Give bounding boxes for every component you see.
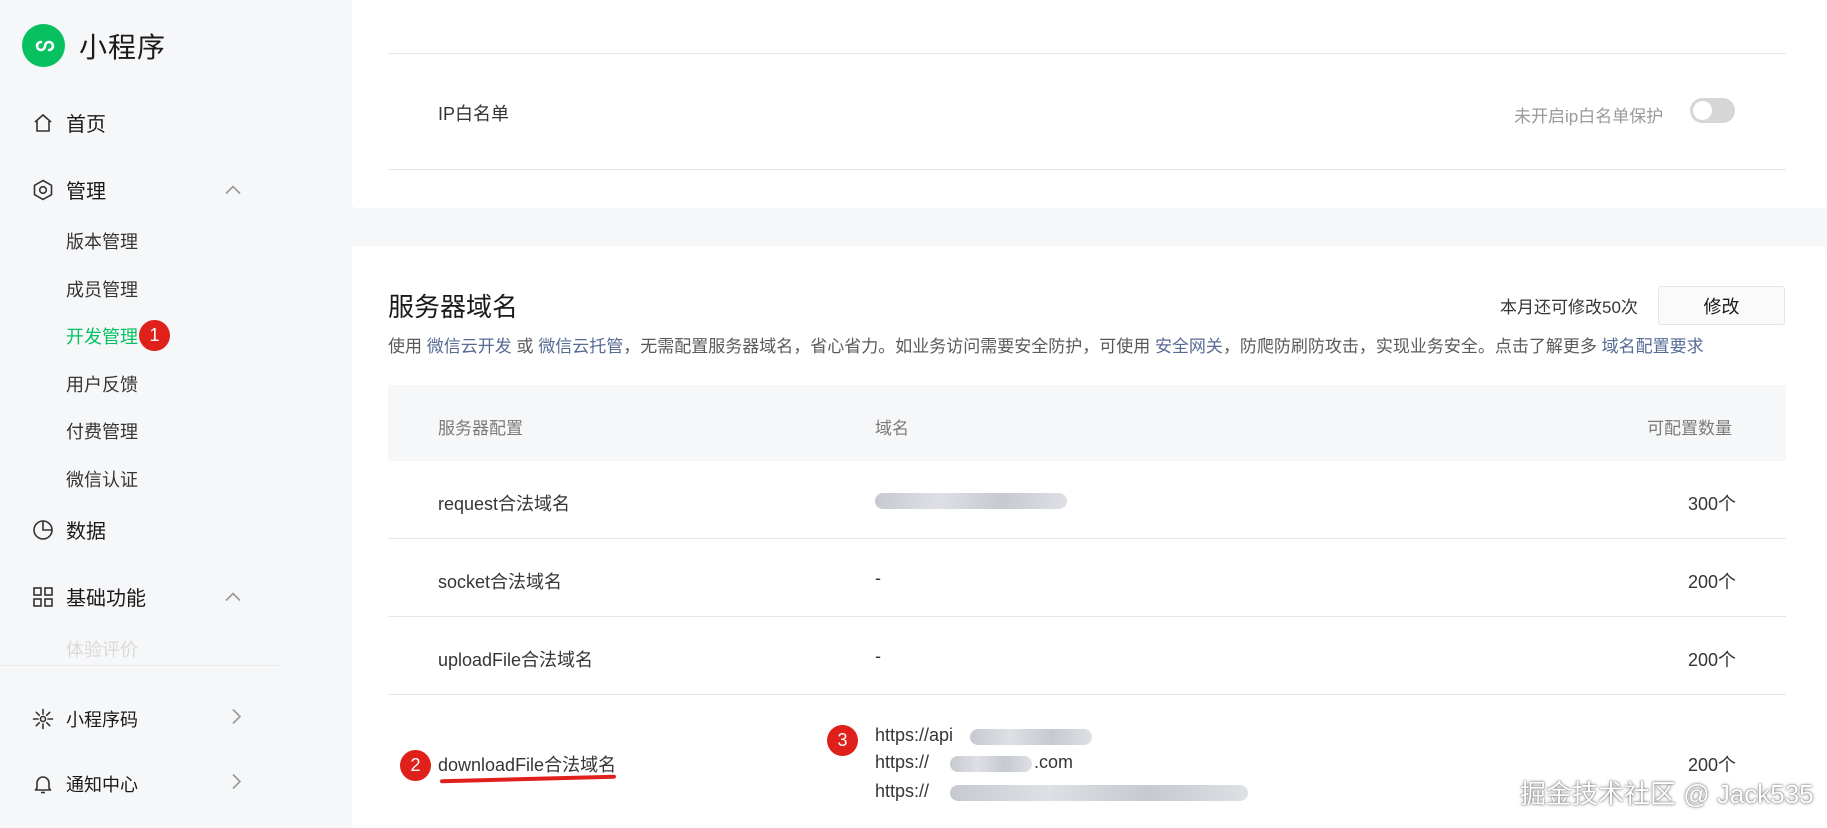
row-socket-name: socket合法域名 [438,572,563,592]
row-upload-count: 200个 [1687,650,1736,670]
annotation-badge-2: 2 [400,750,431,781]
nav-data[interactable]: 数据 [32,515,242,544]
chevron-up-icon [224,178,242,201]
nav-home-label: 首页 [66,114,106,136]
blurred-domain [875,493,1067,509]
ip-whitelist-status: 未开启ip白名单保护 [1514,107,1664,126]
annotation-badge-3: 3 [827,725,858,756]
header-count: 可配置数量 [1647,419,1732,438]
wechat-cloud-dev-link[interactable]: 微信云开发 [427,337,512,356]
row-socket-domain: - [875,568,881,588]
sidebar: 小程序 首页 管理 版本管理 成员管理 开发管理 1 用户反馈 付费管理 微信认… [0,0,350,828]
desc-text: 或 [516,337,534,356]
wechat-cloud-hosting-link[interactable]: 微信云托管 [538,337,623,356]
home-icon [32,112,54,134]
app-title: 小程序 [79,31,167,63]
ip-whitelist-toggle[interactable] [1690,98,1735,123]
nav-manage[interactable]: 管理 [32,175,242,204]
modify-quota-text: 本月还可修改50次 [1500,298,1638,317]
chevron-right-icon [230,773,242,796]
table-header [388,385,1786,461]
annotation-badge-1: 1 [139,320,170,351]
row-download-name: downloadFile合法域名 [438,755,617,775]
chevron-up-icon [224,585,242,608]
blurred-domain [950,756,1032,772]
nav-basic-features-label: 基础功能 [66,588,146,610]
download-domain-line-2-suffix: .com [1034,752,1074,772]
row-divider [388,538,1786,539]
row-divider [388,616,1786,617]
watermark: 掘金技术社区 @ Jack535 [1520,779,1814,809]
nav-manage-label: 管理 [66,181,106,203]
toggle-knob [1693,101,1712,120]
desc-text: 使用 [388,337,422,356]
app-logo[interactable]: 小程序 [22,24,166,67]
row-request-count: 300个 [1687,494,1736,514]
row-socket-count: 200个 [1687,572,1736,592]
nav-user-feedback[interactable]: 用户反馈 [66,371,138,397]
download-domain-line-3: https:// [875,781,930,801]
nav-wechat-verify[interactable]: 微信认证 [66,466,138,492]
download-domain-line-1: https://api [875,725,954,745]
bell-icon [32,773,54,795]
nav-payment-manage[interactable]: 付费管理 [66,418,138,444]
nav-notification-center[interactable]: 通知中心 [32,771,242,797]
row-divider [388,169,1786,170]
grid-apps-icon [32,586,54,608]
nav-member-manage[interactable]: 成员管理 [66,276,138,302]
row-divider [388,53,1786,54]
ip-whitelist-label: IP白名单 [438,104,510,124]
nav-qrcode-label: 小程序码 [66,710,138,730]
nav-notification-label: 通知中心 [66,775,138,795]
row-upload-domain: - [875,646,881,666]
pie-chart-icon [32,519,54,541]
nav-version-manage[interactable]: 版本管理 [66,228,138,254]
domain-requirements-link[interactable]: 域名配置要求 [1602,337,1704,356]
nav-basic-features[interactable]: 基础功能 [32,582,242,611]
chevron-right-icon [230,708,242,731]
blurred-domain [970,729,1092,745]
settings-hexagon-icon [32,179,54,201]
nav-home[interactable]: 首页 [32,108,242,137]
header-server-config: 服务器配置 [438,419,523,438]
server-domain-title: 服务器域名 [388,292,519,322]
nav-dev-manage[interactable]: 开发管理 [66,323,138,349]
miniprogram-code-icon [32,708,54,730]
miniprogram-logo-icon [22,24,65,67]
nav-qrcode[interactable]: 小程序码 [32,706,242,732]
row-request-name: request合法域名 [438,494,571,514]
security-gateway-link[interactable]: 安全网关 [1155,337,1223,356]
download-domain-line-2: https:// [875,752,930,772]
sidebar-divider [0,665,280,666]
server-domain-description: 使用 微信云开发 或 微信云托管，无需配置服务器域名，省心省力。如业务访问需要安… [388,332,1704,357]
desc-text: ，防爬防刷防攻击，实现业务安全。点击了解更多 [1222,337,1597,356]
row-upload-name: uploadFile合法域名 [438,650,594,670]
blurred-domain [950,785,1248,801]
header-domain: 域名 [875,419,909,438]
nav-data-label: 数据 [66,521,106,543]
desc-text: ，无需配置服务器域名，省心省力。如业务访问需要安全防护，可使用 [623,337,1151,356]
modify-button[interactable]: 修改 [1658,286,1785,325]
nav-experience-review[interactable]: 体验评价 [66,636,138,662]
row-divider [388,694,1786,695]
